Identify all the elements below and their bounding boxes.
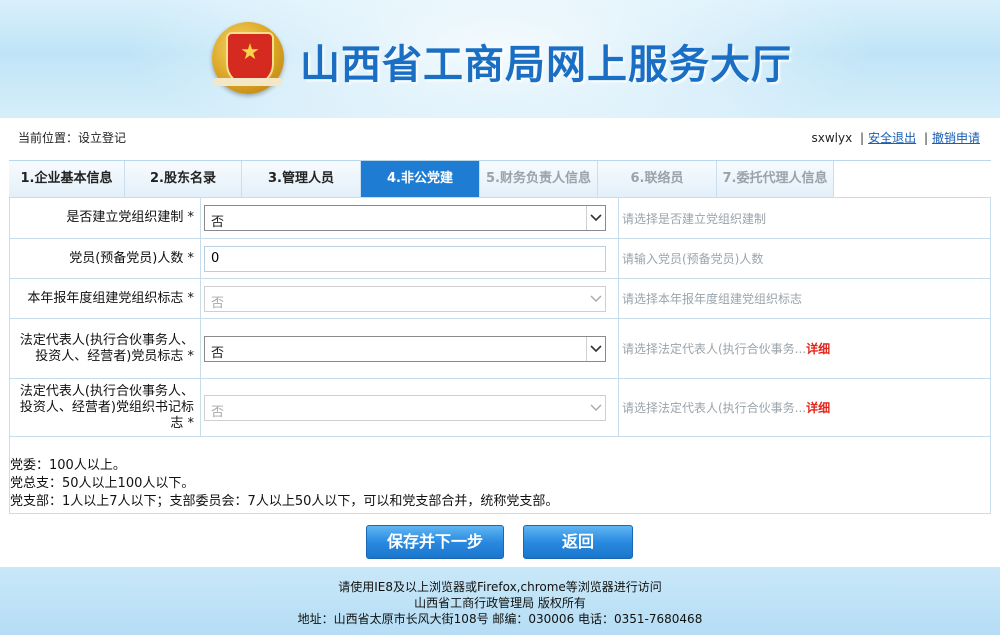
field-label: 是否建立党组织建制 * [9, 197, 201, 239]
field-hint: 请选择是否建立党组织建制 [618, 197, 991, 239]
footer-copyright: 山西省工商行政管理局 版权所有 [414, 596, 586, 610]
field-hint: 请选择本年报年度组建党组织标志 [618, 278, 991, 319]
tab-liaison[interactable]: 6.联络员 [598, 161, 717, 197]
location-bar: 当前位置：设立登记 sxwlyx | 安全退出 | 撤销申请 [0, 118, 1000, 154]
emblem-icon: ★ [212, 22, 284, 94]
cancel-application-link[interactable]: 撤销申请 [932, 131, 980, 145]
field-label: 党员(预备党员)人数 * [9, 238, 201, 279]
tab-shareholders[interactable]: 2.股东名录 [125, 161, 242, 197]
separator: | [860, 131, 865, 145]
party-building-form: 是否建立党组织建制 * 否 请选择是否建立党组织建制 党员(预备党员)人数 * … [9, 197, 991, 514]
legal-rep-party-secretary-select[interactable]: 否 [204, 394, 606, 421]
header-banner: ★ 山西省工商局网上服务大厅 [0, 0, 1000, 118]
field-label: 本年报年度组建党组织标志 * [9, 278, 201, 319]
detail-link[interactable]: 详细 [806, 401, 830, 415]
footer: 请使用IE8及以上浏览器或Firefox,chrome等浏览器进行访问 山西省工… [0, 567, 1000, 635]
chevron-down-icon[interactable] [586, 336, 605, 361]
form-row: 本年报年度组建党组织标志 * 否 请选择本年报年度组建党组织标志 [9, 278, 991, 319]
save-next-button[interactable]: 保存并下一步 [366, 525, 504, 559]
notes-row: 党委：100人以上。 党总支：50人以上100人以下。 党支部：1人以上7人以下… [9, 436, 991, 514]
annual-party-org-flag-select[interactable]: 否 [204, 285, 606, 312]
step-tabs: 1.企业基本信息 2.股东名录 3.管理人员 4.非公党建 5.财务负责人信息 … [9, 160, 991, 198]
user-links: sxwlyx | 安全退出 | 撤销申请 [812, 129, 981, 146]
breadcrumb: 当前位置：设立登记 [18, 131, 127, 145]
star-icon: ★ [240, 40, 260, 65]
form-row: 法定代表人(执行合伙事务人、投资人、经营者)党员标志 * 否 请选择法定代表人(… [9, 318, 991, 379]
tab-basic-info[interactable]: 1.企业基本信息 [9, 161, 125, 197]
separator: | [923, 131, 928, 145]
tab-agent-info[interactable]: 7.委托代理人信息 [717, 161, 834, 197]
field-label: 法定代表人(执行合伙事务人、投资人、经营者)党员标志 * [9, 318, 201, 379]
logout-link[interactable]: 安全退出 [868, 131, 916, 145]
form-row: 是否建立党组织建制 * 否 请选择是否建立党组织建制 [9, 197, 991, 239]
username: sxwlyx [811, 131, 853, 145]
hint-text: 请选择法定代表人(执行合伙事务... [622, 401, 807, 415]
back-button[interactable]: 返回 [523, 525, 633, 559]
chevron-down-icon[interactable] [586, 206, 605, 230]
select-value: 否 [211, 404, 225, 420]
select-value: 否 [211, 295, 225, 311]
field-hint: 请选择法定代表人(执行合伙事务...详细 [618, 378, 991, 437]
chevron-down-icon[interactable] [587, 396, 605, 420]
form-row: 法定代表人(执行合伙事务人、投资人、经营者)党组织书记标志 * 否 请选择法定代… [9, 378, 991, 437]
site-title: 山西省工商局网上服务大厅 [300, 42, 792, 88]
field-label: 法定代表人(执行合伙事务人、投资人、经营者)党组织书记标志 * [9, 378, 201, 437]
footer-address: 地址：山西省太原市长风大街108号 邮编：030006 电话：0351-7680… [297, 612, 703, 626]
field-hint: 请选择法定代表人(执行合伙事务...详细 [618, 318, 991, 379]
footer-browser-note: 请使用IE8及以上浏览器或Firefox,chrome等浏览器进行访问 [338, 580, 662, 594]
tab-managers[interactable]: 3.管理人员 [242, 161, 361, 197]
tab-finance-officer[interactable]: 5.财务负责人信息 [480, 161, 598, 197]
note-line: 党支部：1人以上7人以下；支部委员会：7人以上50人以下，可以和党支部合并，统称… [10, 494, 559, 509]
form-row: 党员(预备党员)人数 * 请输入党员(预备党员)人数 [9, 238, 991, 279]
field-hint: 请输入党员(预备党员)人数 [618, 238, 991, 279]
note-line: 党总支：50人以上100人以下。 [10, 476, 195, 491]
select-value: 否 [211, 215, 225, 230]
detail-link[interactable]: 详细 [806, 342, 830, 356]
legal-rep-party-member-select[interactable]: 否 [204, 335, 606, 362]
select-value: 否 [211, 345, 225, 361]
party-org-established-select[interactable]: 否 [204, 205, 606, 231]
tab-party-building[interactable]: 4.非公党建 [361, 161, 480, 197]
party-member-count-input[interactable] [204, 245, 606, 272]
ribbon-icon [214, 78, 282, 86]
chevron-down-icon[interactable] [587, 287, 605, 311]
note-line: 党委：100人以上。 [10, 458, 126, 473]
hint-text: 请选择法定代表人(执行合伙事务... [622, 342, 807, 356]
